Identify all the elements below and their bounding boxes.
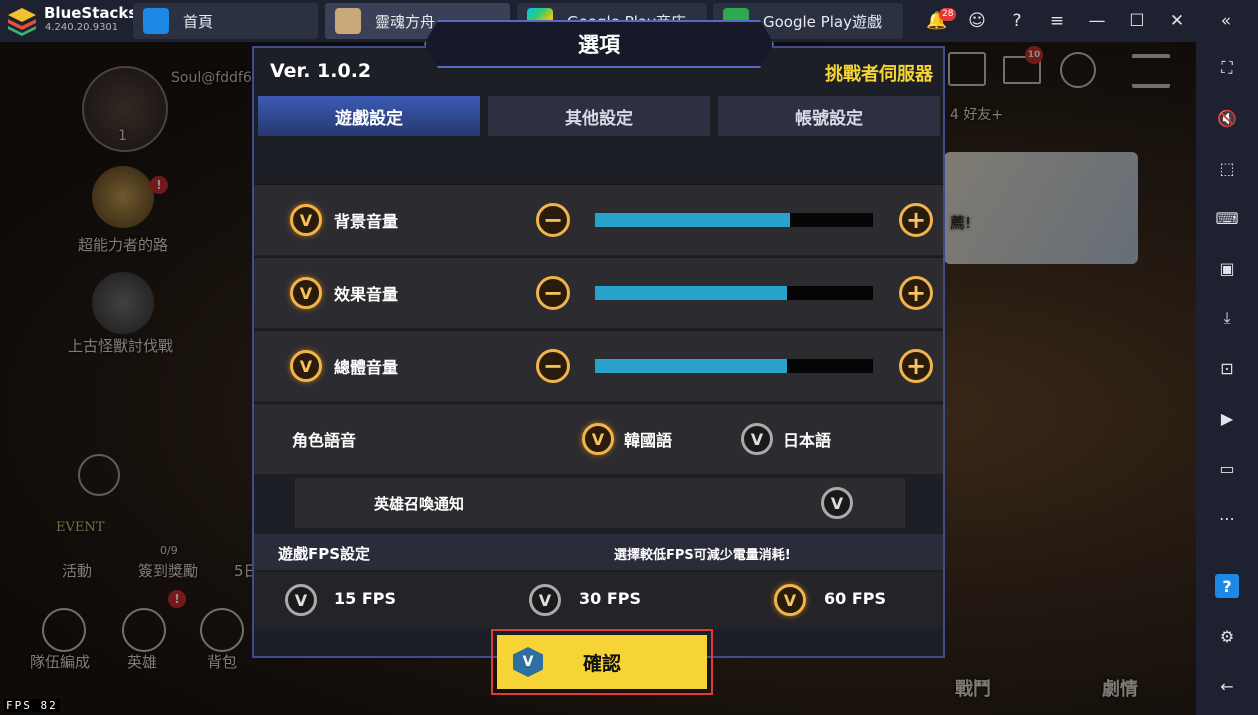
keyboard-icon[interactable]: ⌨ bbox=[1215, 206, 1239, 230]
volume-label: 背景音量 bbox=[334, 212, 399, 231]
volume-slider[interactable] bbox=[595, 213, 873, 227]
tab-label: 靈魂方舟 bbox=[375, 12, 436, 31]
voice-option-japanese[interactable]: 日本語 bbox=[783, 427, 831, 451]
summon-notification-row: 英雄召喚通知 V bbox=[295, 478, 905, 528]
back-icon[interactable]: ← bbox=[1215, 674, 1239, 698]
fps-header: 遊戲FPS設定 選擇較低FPS可減少電量消耗! bbox=[254, 534, 943, 570]
confirm-label: 確認 bbox=[582, 652, 621, 675]
tab-home[interactable]: 首頁 bbox=[133, 3, 318, 39]
confirm-button[interactable]: V 確認 bbox=[497, 635, 707, 689]
folder-icon[interactable]: ▭ bbox=[1215, 456, 1239, 480]
plus-icon[interactable]: + bbox=[899, 276, 933, 310]
notification-label: 英雄召喚通知 bbox=[374, 494, 465, 513]
tab-label: 首頁 bbox=[183, 12, 214, 31]
more-icon[interactable]: ⋯ bbox=[1215, 506, 1239, 530]
tab-label: Google Play遊戲 bbox=[763, 12, 882, 31]
check-icon[interactable]: V bbox=[285, 584, 317, 616]
volume-slider[interactable] bbox=[595, 286, 873, 300]
volume-mute-icon[interactable]: 🔇 bbox=[1215, 106, 1239, 130]
check-icon[interactable]: V bbox=[741, 423, 773, 455]
bluestacks-logo-icon bbox=[6, 6, 38, 36]
check-icon[interactable]: V bbox=[290, 277, 322, 309]
tab-other-settings[interactable]: 其他設定 bbox=[488, 96, 710, 136]
check-icon[interactable]: V bbox=[821, 487, 853, 519]
voice-row: 角色語音 V 韓國語 V 日本語 bbox=[254, 403, 943, 474]
game-icon bbox=[335, 8, 361, 34]
volume-label: 總體音量 bbox=[334, 358, 399, 377]
maximize-icon[interactable]: ☐ bbox=[1125, 9, 1149, 33]
volume-row-sfx: V 效果音量 − + bbox=[254, 257, 943, 328]
volume-row-master: V 總體音量 − + bbox=[254, 330, 943, 401]
minus-icon[interactable]: − bbox=[536, 349, 570, 383]
check-icon[interactable]: V bbox=[529, 584, 561, 616]
plus-icon[interactable]: + bbox=[899, 349, 933, 383]
check-icon[interactable]: V bbox=[774, 584, 806, 616]
fps-option-60[interactable]: 60 FPS bbox=[824, 589, 886, 608]
fps-hint: 選擇較低FPS可減少電量消耗! bbox=[614, 548, 791, 563]
app-version: 4.240.20.9301 bbox=[45, 22, 119, 33]
app-name: BlueStacks bbox=[44, 4, 138, 22]
fps-counter: FPS 82 bbox=[4, 699, 60, 712]
voice-label: 角色語音 bbox=[292, 431, 357, 450]
collapse-sidebar-icon[interactable]: « bbox=[1214, 9, 1238, 33]
voice-option-korean[interactable]: 韓國語 bbox=[624, 427, 672, 451]
tab-account-settings[interactable]: 帳號設定 bbox=[718, 96, 940, 136]
minus-icon[interactable]: − bbox=[536, 276, 570, 310]
multi-instance-icon[interactable]: ▣ bbox=[1215, 256, 1239, 280]
menu-icon[interactable]: ≡ bbox=[1045, 9, 1069, 33]
plus-icon[interactable]: + bbox=[899, 203, 933, 237]
record-icon[interactable]: ▶ bbox=[1215, 406, 1239, 430]
right-sidebar: ⛶ 🔇 ⬚ ⌨ ▣ ⤓ ⊡ ▶ ▭ ⋯ ? ⚙ ← bbox=[1196, 42, 1258, 715]
fps-option-30[interactable]: 30 FPS bbox=[579, 589, 641, 608]
apk-install-icon[interactable]: ⤓ bbox=[1215, 306, 1239, 330]
check-icon[interactable]: V bbox=[290, 204, 322, 236]
volume-slider[interactable] bbox=[595, 359, 873, 373]
volume-label: 效果音量 bbox=[334, 285, 399, 304]
account-icon[interactable]: ☺ bbox=[965, 9, 989, 33]
tab-game-settings[interactable]: 遊戲設定 bbox=[258, 96, 480, 136]
shield-check-icon: V bbox=[513, 647, 543, 677]
fps-option-15[interactable]: 15 FPS bbox=[334, 589, 396, 608]
minus-icon[interactable]: − bbox=[536, 203, 570, 237]
check-icon[interactable]: V bbox=[290, 350, 322, 382]
fps-options-row: V 15 FPS V 30 FPS V 60 FPS bbox=[254, 572, 943, 628]
confirm-highlight: V 確認 bbox=[491, 629, 713, 695]
minimize-icon[interactable]: — bbox=[1085, 9, 1109, 33]
help-icon[interactable]: ? bbox=[1215, 574, 1239, 598]
settings-dialog: 選項 Ver. 1.0.2 挑戰者伺服器 遊戲設定 其他設定 帳號設定 V 背景… bbox=[252, 20, 945, 658]
version-label: Ver. 1.0.2 bbox=[270, 60, 372, 82]
close-icon[interactable]: ✕ bbox=[1165, 9, 1189, 33]
notification-badge: 28 bbox=[939, 8, 957, 21]
home-icon bbox=[143, 8, 169, 34]
pointer-icon[interactable]: ⬚ bbox=[1215, 156, 1239, 180]
server-label: 挑戰者伺服器 bbox=[825, 64, 933, 85]
fps-label: 遊戲FPS設定 bbox=[278, 545, 371, 563]
screenshot-icon[interactable]: ⊡ bbox=[1215, 356, 1239, 380]
settings-icon[interactable]: ⚙ bbox=[1215, 624, 1239, 648]
volume-row-bgm: V 背景音量 − + bbox=[254, 184, 943, 255]
help-icon[interactable]: ? bbox=[1005, 9, 1029, 33]
fullscreen-icon[interactable]: ⛶ bbox=[1215, 56, 1239, 80]
dialog-title: 選項 bbox=[424, 20, 774, 68]
check-icon[interactable]: V bbox=[582, 423, 614, 455]
